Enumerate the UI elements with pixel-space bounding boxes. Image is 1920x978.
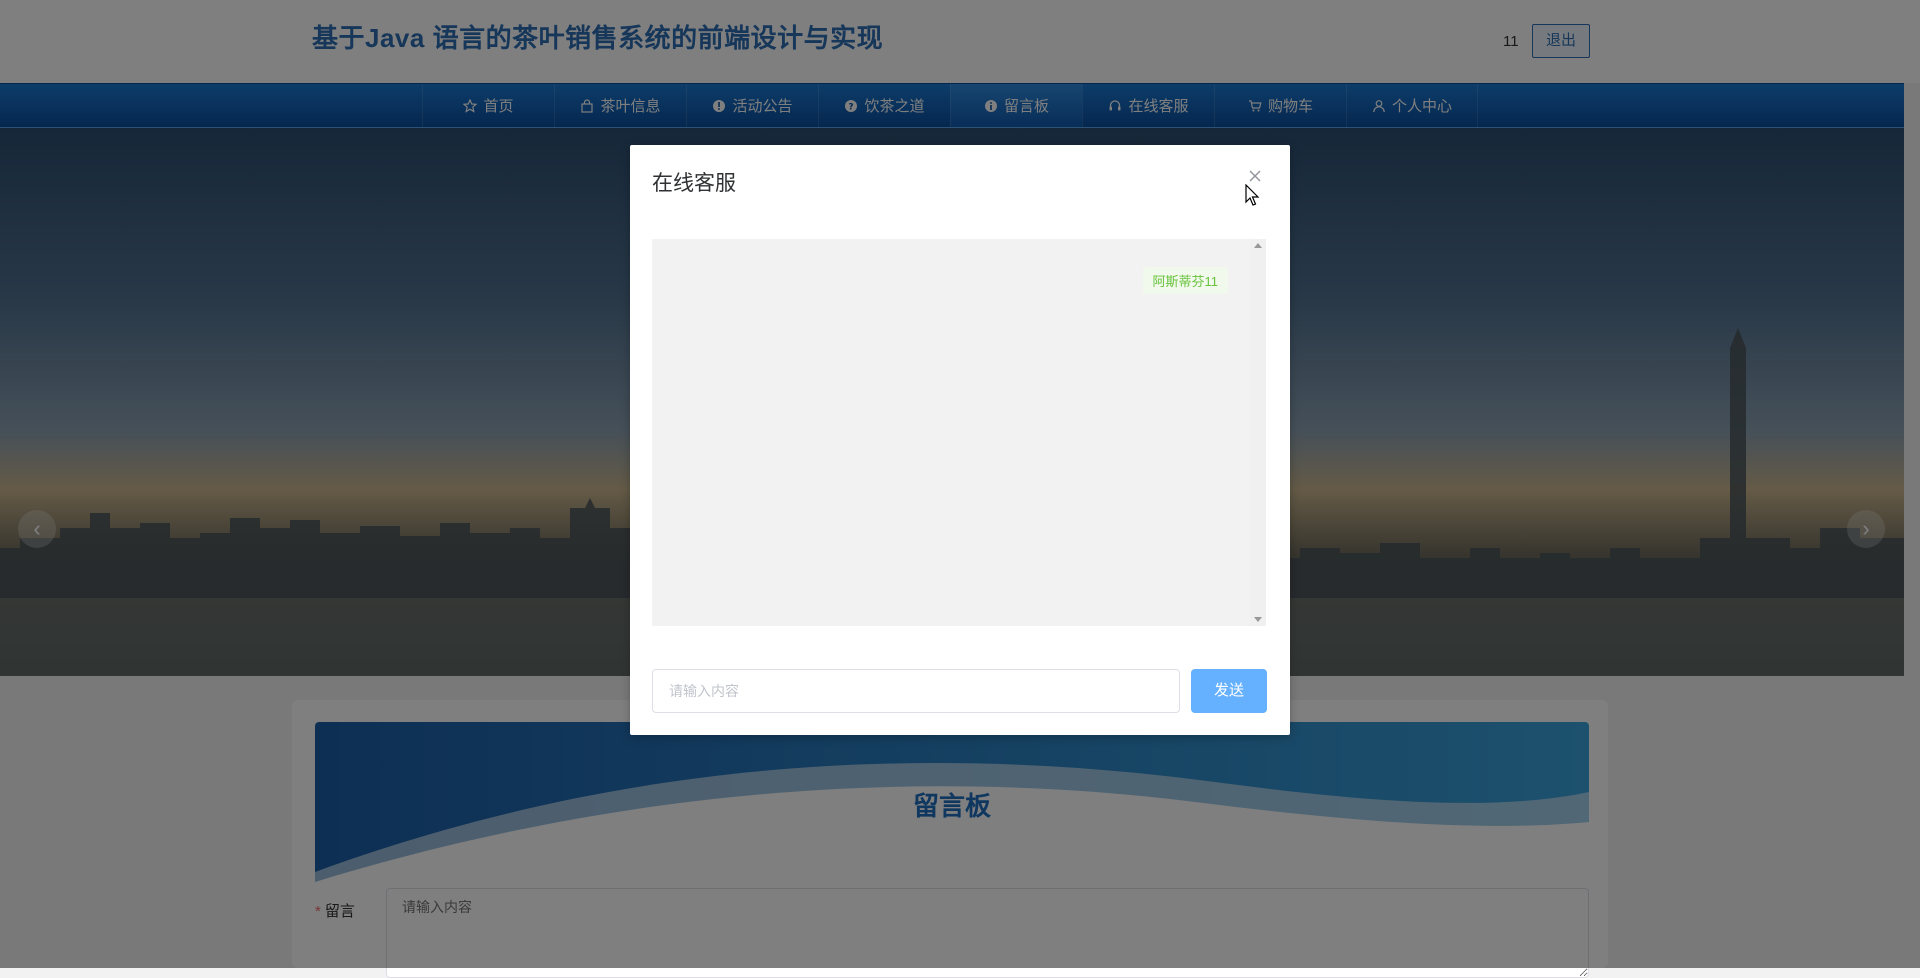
chat-input[interactable] [652, 669, 1180, 713]
mouse-cursor-icon [1245, 184, 1260, 206]
dialog-title: 在线客服 [652, 172, 736, 195]
chat-scrollbar[interactable] [1250, 239, 1266, 626]
chat-messages-area[interactable]: 阿斯蒂芬11 [652, 239, 1266, 626]
scroll-up-icon[interactable] [1254, 243, 1262, 248]
online-service-dialog: 在线客服 阿斯蒂芬11 发送 [630, 145, 1290, 735]
chat-message: 阿斯蒂芬11 [1142, 267, 1228, 294]
close-icon [1249, 170, 1261, 182]
close-button[interactable] [1246, 167, 1264, 185]
send-button[interactable]: 发送 [1191, 669, 1267, 713]
scroll-down-icon[interactable] [1254, 617, 1262, 622]
